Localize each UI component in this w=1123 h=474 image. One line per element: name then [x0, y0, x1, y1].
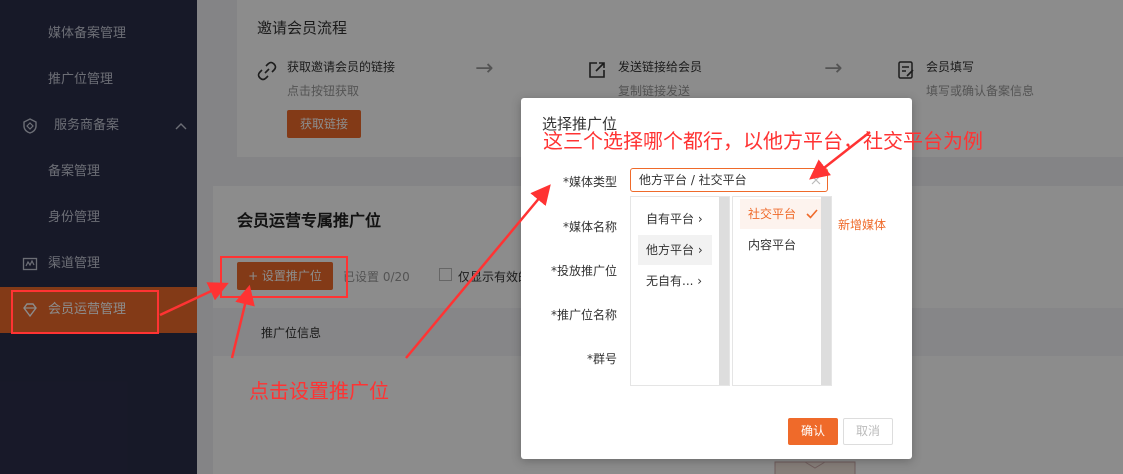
step-2-title: 发送链接给会员	[618, 60, 703, 74]
option-label: 无自有...	[646, 274, 694, 288]
sidebar-item-record-manage[interactable]: 备案管理	[0, 149, 197, 195]
option-third-party-platform[interactable]: 他方平台 ›	[638, 235, 712, 265]
sidebar-item-label: 备案管理	[48, 164, 101, 179]
step-3-sub: 填写或确认备案信息	[926, 84, 1035, 98]
arrow-right-icon: →	[824, 56, 843, 81]
cascader-value: 他方平台 / 社交平台	[639, 173, 747, 187]
sidebar-item-label: 媒体备案管理	[48, 26, 127, 41]
field-label-promo-name: *推广位名称	[550, 308, 617, 322]
only-valid-checkbox[interactable]	[439, 268, 452, 281]
sidebar-item-label: 推广位管理	[48, 72, 114, 87]
cascader-level1-panel: 自有平台 › 他方平台 › 无自有... ›	[630, 196, 730, 386]
option-label: 内容平台	[748, 238, 797, 252]
field-label-group-id: *群号	[586, 352, 617, 366]
arrow-right-icon: →	[475, 56, 494, 81]
option-label: 社交平台	[748, 207, 797, 221]
option-no-own[interactable]: 无自有... ›	[638, 266, 712, 296]
option-social-platform[interactable]: 社交平台	[740, 199, 822, 229]
chevron-up-icon	[175, 123, 187, 130]
sidebar-item-label: 身份管理	[48, 210, 101, 225]
sidebar-item-media-record[interactable]: 媒体备案管理	[0, 11, 197, 57]
step-1-title: 获取邀请会员的链接	[287, 60, 396, 74]
sidebar-item-provider-record[interactable]: 服务商备案	[0, 103, 197, 149]
option-label: 自有平台	[646, 212, 695, 226]
check-icon	[806, 209, 818, 219]
step-1-sub: 点击按钮获取	[287, 84, 360, 98]
scrollbar[interactable]	[821, 197, 831, 385]
add-media-link[interactable]: 新增媒体	[838, 216, 886, 233]
link-icon	[257, 61, 277, 81]
annotation-box-sidebar	[11, 290, 159, 334]
shield-icon	[23, 118, 37, 134]
annotation-bottom-note: 点击设置推广位	[249, 379, 389, 403]
step-3-title: 会员填写	[926, 60, 975, 74]
annotation-top-note: 这三个选择哪个都行，以他方平台，社交平台为例	[543, 129, 983, 153]
invite-title: 邀请会员流程	[257, 19, 348, 37]
option-own-platform[interactable]: 自有平台 ›	[638, 204, 712, 234]
section-title: 会员运营专属推广位	[237, 211, 382, 230]
option-label: 他方平台	[646, 243, 695, 257]
field-label-media-name: *媒体名称	[562, 220, 617, 234]
cascader-level2-panel: 社交平台 内容平台	[732, 196, 832, 386]
confirm-button[interactable]: 确认	[788, 418, 838, 445]
step-2-sub: 复制链接发送	[618, 84, 691, 98]
sidebar-item-label: 渠道管理	[48, 256, 101, 271]
table-header-info: 推广位信息	[261, 326, 322, 340]
cancel-button[interactable]: 取消	[843, 418, 893, 445]
field-label-promo-position: *投放推广位	[550, 264, 617, 278]
sidebar-item-promo-position[interactable]: 推广位管理	[0, 57, 197, 103]
field-label-media-type: *媒体类型	[562, 175, 617, 189]
option-content-platform[interactable]: 内容平台	[740, 230, 814, 260]
set-count-value: 0/20	[382, 270, 410, 284]
sidebar-item-label: 服务商备案	[54, 118, 120, 133]
channel-icon	[22, 257, 38, 271]
annotation-box-button	[220, 256, 348, 298]
only-valid-label: 仅显示有效的	[458, 270, 531, 284]
set-count: 已设置 0/20	[343, 268, 410, 285]
sidebar-item-identity[interactable]: 身份管理	[0, 195, 197, 241]
media-type-cascader[interactable]: 他方平台 / 社交平台	[630, 168, 828, 192]
get-link-button[interactable]: 获取链接	[287, 110, 361, 138]
sidebar-item-channel[interactable]: 渠道管理	[0, 241, 197, 287]
share-icon	[589, 62, 605, 78]
scrollbar[interactable]	[719, 197, 729, 385]
form-icon	[898, 61, 914, 79]
clear-icon[interactable]	[811, 175, 821, 185]
set-count-label: 已设置	[343, 270, 380, 284]
sidebar: 媒体备案管理 推广位管理 服务商备案 备案管理 身份管理 渠道管理 会员运营管理	[0, 0, 197, 474]
